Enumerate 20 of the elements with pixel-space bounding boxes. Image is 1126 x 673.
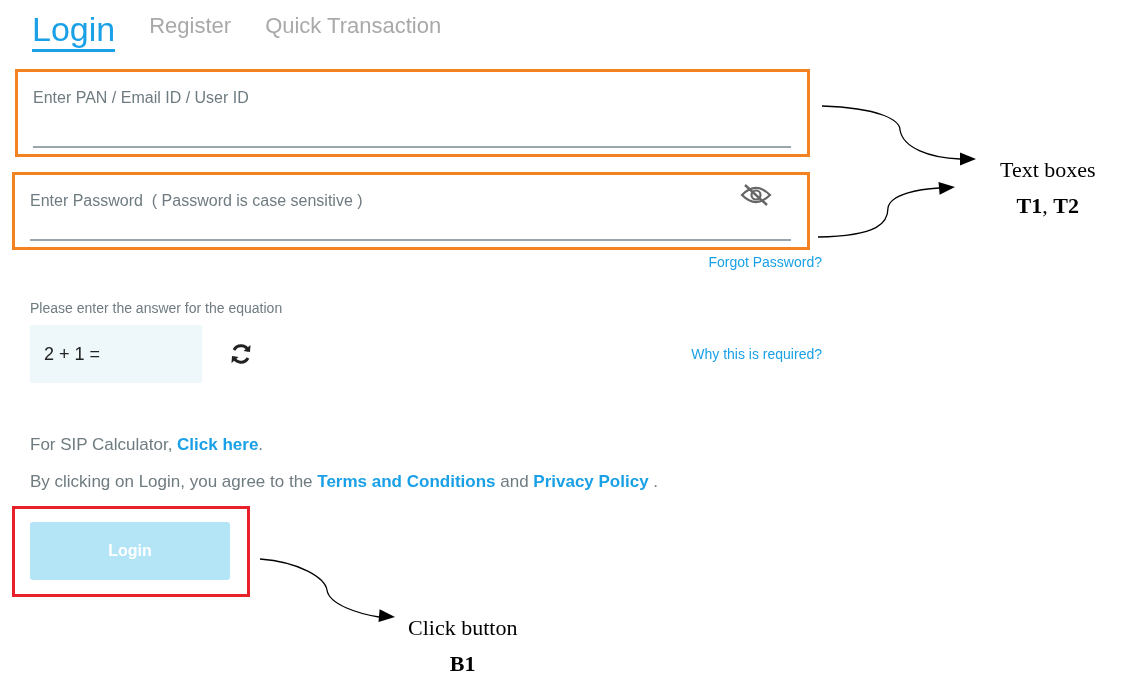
- click-here-link[interactable]: Click here: [177, 435, 259, 454]
- tab[interactable]: Login: [32, 10, 116, 52]
- captcha-field[interactable]: 2 + 1 =: [30, 325, 202, 383]
- annotation-reference: T1, T2: [1015, 192, 1080, 220]
- terms-note: By clicking on Login, you agree to the Terms and Conditions and Privacy Policy .: [30, 472, 659, 492]
- annotation-label: Click button: [408, 614, 518, 642]
- tab[interactable]: Register: [149, 13, 232, 46]
- terms-link[interactable]: Terms and Conditions: [317, 472, 496, 491]
- hidden-eye-icon[interactable]: [740, 183, 772, 207]
- why-required-link[interactable]: Why this is required?: [691, 346, 822, 362]
- annotation-reference: B1: [448, 650, 477, 673]
- captcha-prompt: Please enter the answer for the equation: [30, 300, 283, 316]
- input-field[interactable]: Enter Password ( Password is case sensitive ): [30, 189, 791, 241]
- annotation-label: Text boxes: [1000, 156, 1096, 184]
- input-field[interactable]: Enter PAN / Email ID / User ID: [33, 86, 791, 148]
- sip-calculator-note: For SIP Calculator, Click here.: [30, 435, 264, 455]
- forgot-password-link[interactable]: Forgot Password?: [708, 254, 828, 270]
- refresh-icon[interactable]: [229, 342, 253, 366]
- tab[interactable]: Quick Transaction: [265, 13, 442, 46]
- privacy-policy-link[interactable]: Privacy Policy: [533, 472, 649, 491]
